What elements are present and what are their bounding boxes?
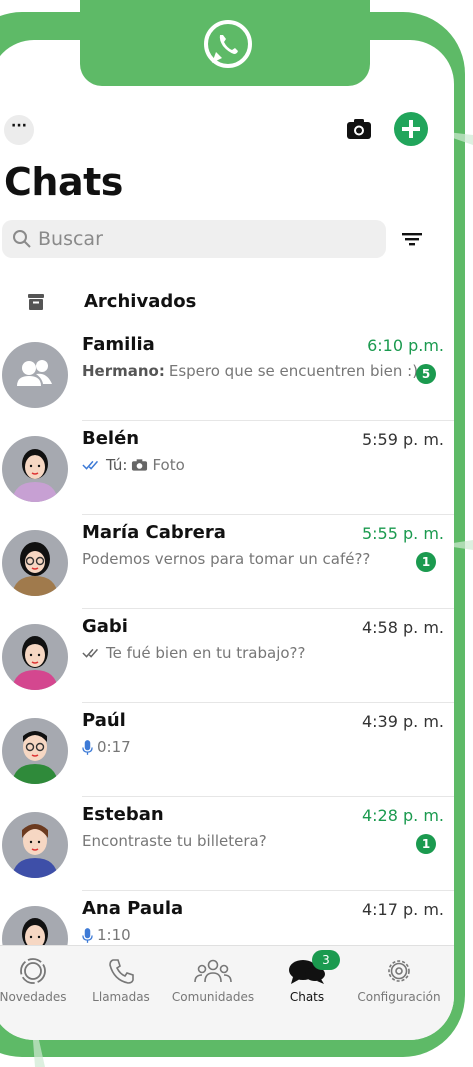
chat-name: Belén <box>82 428 140 449</box>
camera-icon[interactable] <box>346 118 372 140</box>
chat-time: 5:55 p. m. <box>361 524 444 543</box>
tab-label: Novedades <box>0 990 67 1004</box>
chat-sender: Tú: <box>106 456 128 474</box>
chats-unread-badge: 3 <box>312 950 340 970</box>
tab-novedades[interactable]: Novedades <box>0 956 78 1004</box>
more-options-button[interactable]: ··· <box>4 115 34 145</box>
search-icon <box>13 230 31 248</box>
divider <box>82 702 454 703</box>
chat-message: 1:10 <box>97 926 131 944</box>
status-icon <box>20 958 46 984</box>
chat-name: María Cabrera <box>82 522 226 543</box>
chat-row-maria-cabrera[interactable]: María Cabrera 5:55 p. m. Podemos vernos … <box>0 522 454 624</box>
man-avatar <box>2 812 68 878</box>
chat-message: 0:17 <box>97 738 131 756</box>
chat-message: Foto <box>152 456 185 474</box>
communities-icon <box>194 959 232 983</box>
chat-time: 4:28 p. m. <box>361 806 444 825</box>
unread-badge: 1 <box>416 552 436 572</box>
tab-llamadas[interactable]: Llamadas <box>76 956 166 1004</box>
chat-name: Gabi <box>82 616 128 637</box>
chat-name: Ana Paula <box>82 898 184 919</box>
app-screen: ··· Chats Buscar Archivados Familia 6:10… <box>0 40 454 1040</box>
search-placeholder: Buscar <box>38 228 103 250</box>
chat-preview: Tú: Foto <box>82 456 185 474</box>
bottom-tab-bar: Novedades Llamadas Comunidades 3 Chats C… <box>0 945 454 1040</box>
page-title: Chats <box>4 160 123 204</box>
group-icon <box>2 342 68 408</box>
chat-preview: Te fué bien en tu trabajo?? <box>82 644 305 662</box>
plus-icon <box>402 120 420 138</box>
divider <box>82 890 454 891</box>
chat-row-familia[interactable]: Familia 6:10 p.m. Hermano: Espero que se… <box>0 334 454 436</box>
gear-icon <box>388 960 410 982</box>
chat-preview: Podemos vernos para tomar un café?? <box>82 550 370 568</box>
chat-preview: 0:17 <box>82 738 131 756</box>
new-chat-button[interactable] <box>394 112 428 146</box>
archived-row[interactable]: Archivados <box>0 288 454 322</box>
search-input[interactable]: Buscar <box>2 220 386 258</box>
tab-configuracion[interactable]: Configuración <box>354 956 444 1004</box>
tab-label: Chats <box>289 990 325 1004</box>
chat-time: 4:58 p. m. <box>361 618 444 637</box>
chat-message: Espero que se encuentren bien :) <box>168 362 419 380</box>
chat-time: 6:10 p.m. <box>367 336 444 355</box>
double-check-icon <box>82 648 99 658</box>
microphone-icon <box>82 927 93 943</box>
tab-comunidades[interactable]: Comunidades <box>168 956 258 1004</box>
unread-badge: 5 <box>416 364 436 384</box>
woman-glasses-avatar <box>2 530 68 596</box>
whatsapp-logo-icon <box>204 20 252 68</box>
chat-message: Te fué bien en tu trabajo?? <box>106 644 306 662</box>
divider <box>82 420 454 421</box>
chat-time: 4:39 p. m. <box>361 712 444 731</box>
chat-name: Familia <box>82 334 155 355</box>
chat-row-paul[interactable]: Paúl 4:39 p. m. 0:17 <box>0 710 454 812</box>
tab-chats[interactable]: 3 Chats <box>262 950 352 1004</box>
unread-badge: 1 <box>416 834 436 854</box>
chat-name: Esteban <box>82 804 164 825</box>
chat-time: 4:17 p. m. <box>361 900 444 919</box>
chat-sender: Hermano: <box>82 362 165 380</box>
man-glasses-avatar <box>2 718 68 784</box>
chat-message: Encontraste tu billetera? <box>82 832 267 850</box>
chat-name: Paúl <box>82 710 126 731</box>
chat-preview: Encontraste tu billetera? <box>82 832 267 850</box>
filter-icon[interactable] <box>400 228 424 250</box>
divider <box>82 796 454 797</box>
tab-label: Configuración <box>357 990 441 1004</box>
chat-row-esteban[interactable]: Esteban 4:28 p. m. Encontraste tu billet… <box>0 804 454 906</box>
archive-icon <box>28 294 44 310</box>
chat-preview: Hermano: Espero que se encuentren bien :… <box>82 362 418 380</box>
woman-avatar <box>2 436 68 502</box>
microphone-icon <box>82 739 93 755</box>
tab-label: Llamadas <box>92 990 150 1004</box>
archived-label: Archivados <box>84 291 197 312</box>
chat-time: 5:59 p. m. <box>361 430 444 449</box>
phone-frame: ··· Chats Buscar Archivados Familia 6:10… <box>0 0 473 1067</box>
chat-row-belen[interactable]: Belén 5:59 p. m. Tú: Foto <box>0 428 454 530</box>
divider <box>82 608 454 609</box>
camera-icon <box>132 459 148 471</box>
woman-avatar-pink <box>2 624 68 690</box>
chat-preview: 1:10 <box>82 926 131 944</box>
phone-icon <box>109 959 134 984</box>
divider <box>82 514 454 515</box>
chat-message: Podemos vernos para tomar un café?? <box>82 550 371 568</box>
chat-row-gabi[interactable]: Gabi 4:58 p. m. Te fué bien en tu trabaj… <box>0 616 454 718</box>
double-check-icon <box>82 460 99 470</box>
tab-label: Comunidades <box>171 990 255 1004</box>
